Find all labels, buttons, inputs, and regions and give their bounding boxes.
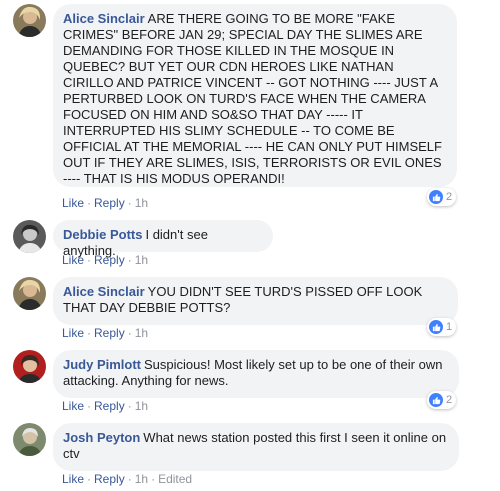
avatar[interactable] <box>13 423 46 456</box>
comment-actions: Like · Reply · 1h <box>62 399 149 413</box>
reaction-badge[interactable]: 2 <box>427 188 457 206</box>
timestamp[interactable]: 1h <box>135 196 148 210</box>
avatar[interactable] <box>13 220 46 253</box>
reaction-badge[interactable]: 2 <box>427 391 457 409</box>
avatar[interactable] <box>13 350 46 383</box>
like-link[interactable]: Like <box>62 196 84 210</box>
thumbs-up-icon <box>429 190 443 204</box>
avatar[interactable] <box>13 4 46 37</box>
timestamp[interactable]: 1h <box>135 472 148 486</box>
like-link[interactable]: Like <box>62 472 84 486</box>
comment-actions: Like · Reply · 1h <box>62 326 149 340</box>
reply-link[interactable]: Reply <box>94 253 125 267</box>
reaction-count: 2 <box>446 394 453 406</box>
comment-author[interactable]: Debbie Potts <box>63 227 142 242</box>
like-link[interactable]: Like <box>62 326 84 340</box>
reply-link[interactable]: Reply <box>94 472 125 486</box>
reply-link[interactable]: Reply <box>94 399 125 413</box>
comment-author[interactable]: Alice Sinclair <box>63 11 145 26</box>
reaction-badge[interactable]: 1 <box>427 318 457 336</box>
comment-actions: Like · Reply · 1h <box>62 196 149 210</box>
avatar[interactable] <box>13 277 46 310</box>
reaction-count: 1 <box>446 321 453 333</box>
thumbs-up-icon <box>429 320 443 334</box>
comment-actions: Like · Reply · 1h · Edited <box>62 472 193 486</box>
edited-label[interactable]: Edited <box>158 472 192 486</box>
reply-link[interactable]: Reply <box>94 196 125 210</box>
comment-bubble: Judy Pimlott Suspicious! Most likely set … <box>53 350 459 398</box>
reaction-count: 2 <box>446 191 453 203</box>
comment-text: ARE THERE GOING TO BE MORE "FAKE CRIMES"… <box>63 11 442 186</box>
like-link[interactable]: Like <box>62 399 84 413</box>
thumbs-up-icon <box>429 393 443 407</box>
comment-bubble: Alice Sinclair YOU DIDN'T SEE TURD'S PISS… <box>53 277 458 325</box>
comment-bubble: Debbie Potts I didn't see anything. <box>53 220 273 258</box>
timestamp[interactable]: 1h <box>135 326 148 340</box>
timestamp[interactable]: 1h <box>135 253 148 267</box>
reply-link[interactable]: Reply <box>94 326 125 340</box>
comment-actions: Like · Reply · 1h <box>62 253 149 267</box>
comment-bubble: Josh Peyton What news station posted this… <box>53 423 459 471</box>
comment-author[interactable]: Judy Pimlott <box>63 357 141 372</box>
comment-bubble: Alice Sinclair ARE THERE GOING TO BE MORE… <box>53 4 457 187</box>
comment-author[interactable]: Josh Peyton <box>63 430 140 445</box>
comment-author[interactable]: Alice Sinclair <box>63 284 145 299</box>
like-link[interactable]: Like <box>62 253 84 267</box>
timestamp[interactable]: 1h <box>135 399 148 413</box>
